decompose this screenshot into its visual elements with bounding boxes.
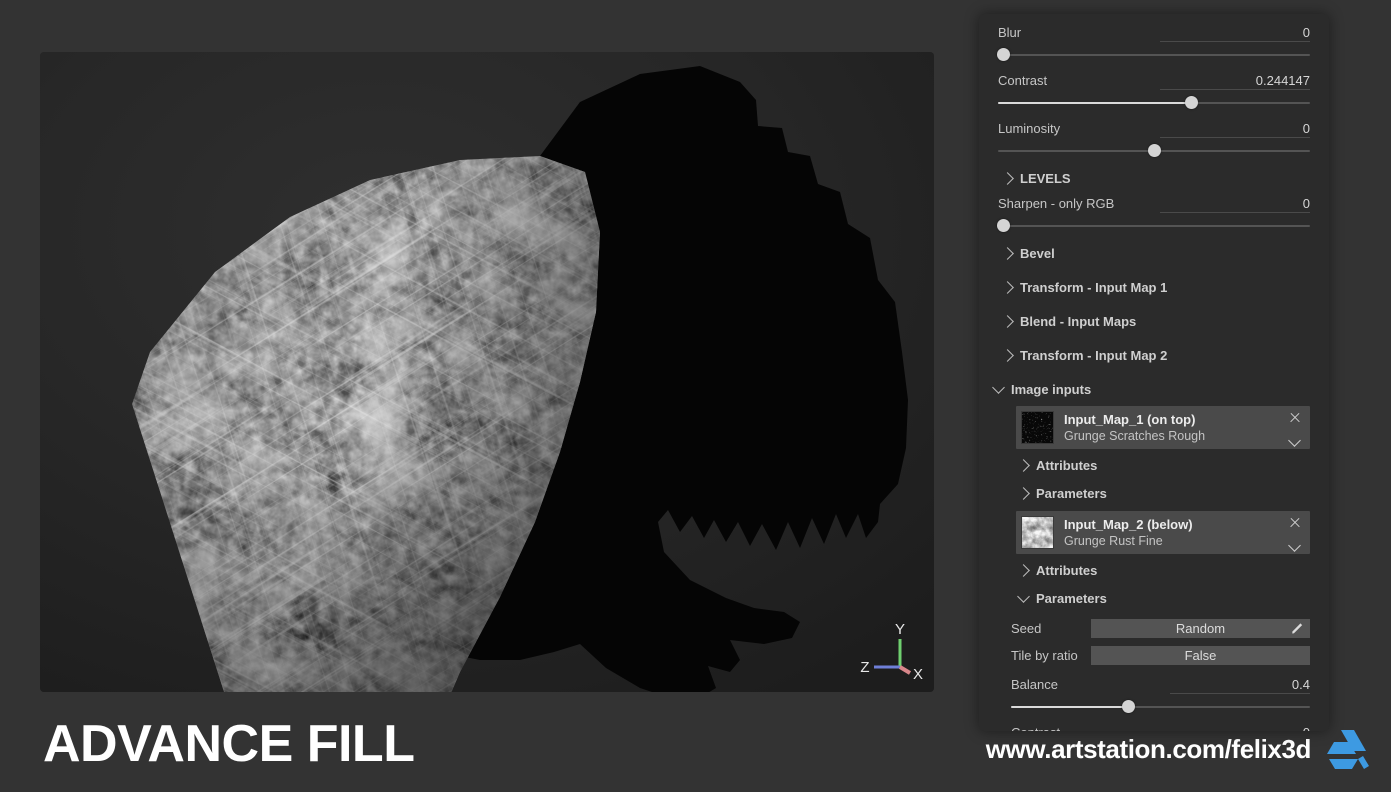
page-title: ADVANCE FILL <box>43 715 415 773</box>
close-icon[interactable] <box>1288 411 1302 425</box>
chevron-right-icon <box>1017 458 1030 472</box>
field-tile-by-ratio-label: Tile by ratio <box>1011 647 1078 663</box>
artstation-url-text: www.artstation.com/felix3d <box>985 733 1312 764</box>
input-map-1-title: Input_Map_1 (on top) <box>1064 412 1196 427</box>
chevron-right-icon <box>1001 280 1014 294</box>
grunge-rust-fine-thumbnail <box>1021 516 1054 549</box>
field-seed-label: Seed <box>1011 620 1042 636</box>
seed-value-button[interactable]: Random <box>1091 618 1310 638</box>
input-map-1-card[interactable]: Input_Map_1 (on top) Grunge Scratches Ro… <box>1016 406 1310 449</box>
pencil-icon[interactable] <box>1291 622 1304 635</box>
chevron-down-icon[interactable] <box>1289 436 1301 444</box>
input-map-2-attributes[interactable]: Attributes <box>1014 556 1310 584</box>
slider-knob[interactable] <box>1121 700 1135 713</box>
section-blend-input-maps[interactable]: Blend - Input Maps <box>998 307 1310 335</box>
slider-luminosity-label: Luminosity <box>998 121 1061 136</box>
section-levels[interactable]: LEVELS <box>998 164 1310 192</box>
slider-balance[interactable]: Balance 0.4 <box>998 666 1310 714</box>
chevron-down-icon[interactable] <box>1289 541 1301 549</box>
input-map-2-title: Input_Map_2 (below) <box>1064 517 1193 532</box>
section-transform-input-map-1-label: Transform - Input Map 1 <box>1020 279 1168 295</box>
close-icon[interactable] <box>1288 516 1302 530</box>
slider-sharpen-track[interactable] <box>996 219 1310 233</box>
slider-knob[interactable] <box>996 48 1010 61</box>
section-transform-input-map-1[interactable]: Transform - Input Map 1 <box>998 273 1310 301</box>
section-bevel-label: Bevel <box>1020 245 1055 261</box>
chevron-right-icon <box>1001 246 1014 260</box>
input-map-2-parameters-label: Parameters <box>1036 590 1107 606</box>
chevron-right-icon <box>1017 563 1030 577</box>
section-image-inputs-label: Image inputs <box>1011 381 1092 397</box>
input-map-1-parameters-label: Parameters <box>1036 485 1107 501</box>
section-levels-label: LEVELS <box>1020 170 1071 186</box>
slider-knob[interactable] <box>996 219 1010 232</box>
slider-blur-value[interactable]: 0 <box>1160 25 1310 42</box>
slider-contrast-track[interactable] <box>998 96 1310 110</box>
slider-contrast-param-label: Contrast <box>1011 725 1060 731</box>
properties-panel[interactable]: Blur 0 Contrast 0.244147 Luminosity 0 LE… <box>979 14 1329 731</box>
slider-luminosity-track[interactable] <box>998 144 1310 158</box>
slider-balance-value[interactable]: 0.4 <box>1170 677 1310 694</box>
field-seed[interactable]: Seed Random <box>998 617 1310 639</box>
slider-knob[interactable] <box>1185 96 1199 109</box>
slider-knob[interactable] <box>1148 144 1161 157</box>
slider-blur[interactable]: Blur 0 <box>996 14 1310 62</box>
slider-blur-label: Blur <box>998 25 1022 40</box>
chevron-down-icon <box>992 380 1005 394</box>
field-seed-value: Random <box>1175 620 1226 636</box>
artstation-link[interactable]: www.artstation.com/felix3d <box>986 728 1369 770</box>
chevron-right-icon <box>1001 314 1014 328</box>
input-map-2-subtitle: Grunge Rust Fine <box>1064 534 1163 548</box>
artstation-logo-icon <box>1327 730 1369 769</box>
axis-label-y: Y <box>895 621 905 638</box>
input-map-1-attributes[interactable]: Attributes <box>1014 451 1310 479</box>
section-bevel[interactable]: Bevel <box>998 239 1310 267</box>
slider-sharpen-label: Sharpen - only RGB <box>998 196 1115 211</box>
input-map-2-card[interactable]: Input_Map_2 (below) Grunge Rust Fine <box>1016 511 1310 554</box>
slider-sharpen-value[interactable]: 0 <box>1160 196 1310 213</box>
axis-gizmo[interactable]: Y Z X <box>856 621 926 687</box>
slider-contrast-label: Contrast <box>998 73 1048 88</box>
section-transform-input-map-2[interactable]: Transform - Input Map 2 <box>998 341 1310 369</box>
grunge-scratches-rough-thumbnail <box>1021 411 1054 444</box>
input-map-1-attributes-label: Attributes <box>1036 457 1098 473</box>
axis-label-x: X <box>913 666 923 683</box>
chevron-right-icon <box>1017 486 1030 500</box>
slider-contrast-param[interactable]: Contrast 0 <box>998 714 1310 731</box>
3d-viewport[interactable]: Y Z X <box>40 52 934 692</box>
slider-contrast-param-value[interactable]: 0 <box>1170 725 1310 731</box>
slider-contrast-value[interactable]: 0.244147 <box>1160 73 1310 90</box>
slider-balance-label: Balance <box>1011 677 1058 692</box>
slider-blur-track[interactable] <box>996 48 1310 62</box>
trex-head-render <box>40 52 934 692</box>
section-image-inputs[interactable]: Image inputs <box>989 375 1310 403</box>
slider-sharpen[interactable]: Sharpen - only RGB 0 <box>996 192 1310 233</box>
input-map-2-parameters[interactable]: Parameters <box>1014 584 1310 612</box>
slider-luminosity[interactable]: Luminosity 0 <box>998 110 1310 158</box>
field-tile-by-ratio[interactable]: Tile by ratio False <box>998 644 1310 666</box>
chevron-down-icon <box>1017 589 1030 603</box>
input-map-1-subtitle: Grunge Scratches Rough <box>1064 429 1206 443</box>
chevron-right-icon <box>1001 348 1014 362</box>
section-transform-input-map-2-label: Transform - Input Map 2 <box>1020 347 1168 363</box>
slider-track-fill <box>998 102 1192 104</box>
slider-contrast-top[interactable]: Contrast 0.244147 <box>998 62 1310 110</box>
slider-track-fill <box>1011 706 1128 708</box>
input-map-1-parameters[interactable]: Parameters <box>1014 479 1310 507</box>
slider-luminosity-value[interactable]: 0 <box>1160 121 1310 138</box>
slider-track-rail <box>998 225 1310 227</box>
chevron-right-icon <box>1001 171 1014 185</box>
axis-label-z: Z <box>860 659 869 676</box>
slider-balance-track[interactable] <box>1011 700 1310 714</box>
section-blend-input-maps-label: Blend - Input Maps <box>1020 313 1137 329</box>
field-tile-by-ratio-value: False <box>1184 647 1217 663</box>
tile-by-ratio-value-button[interactable]: False <box>1091 645 1310 665</box>
slider-track-rail <box>998 54 1310 56</box>
input-map-2-attributes-label: Attributes <box>1036 562 1098 578</box>
